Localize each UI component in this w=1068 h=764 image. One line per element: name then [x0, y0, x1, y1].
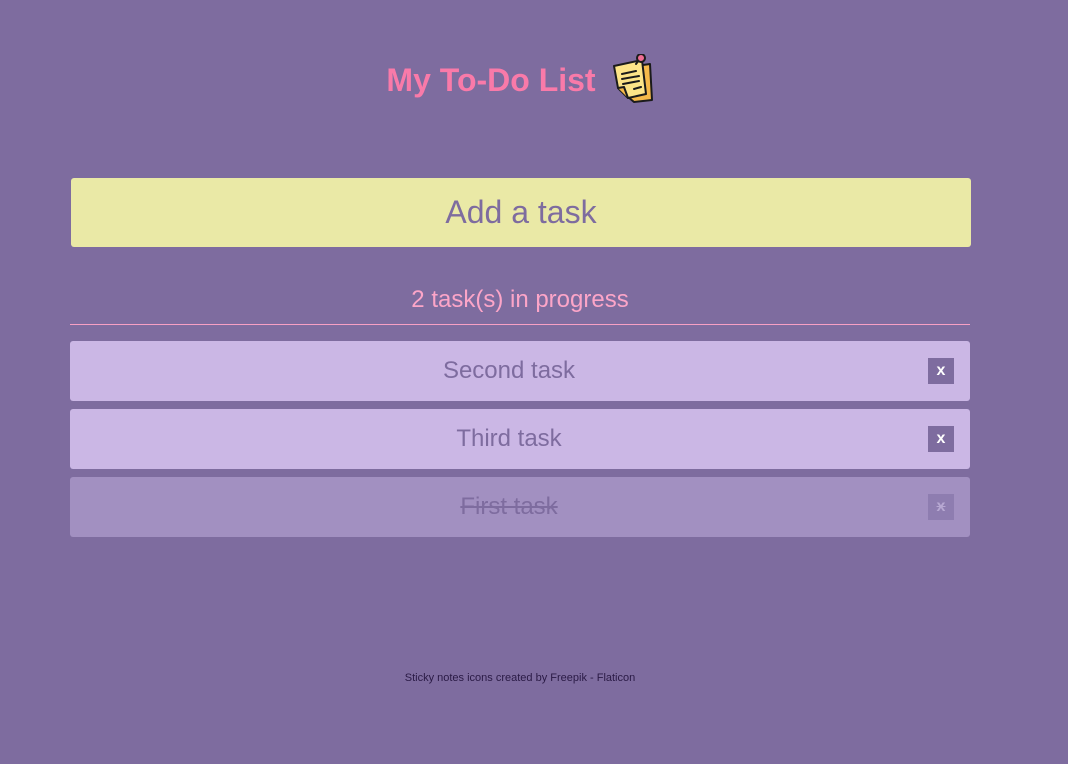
attribution-text: Sticky notes icons created by: [404, 672, 548, 684]
sticky-note-icon: [610, 53, 654, 106]
divider: [70, 324, 970, 325]
add-task-input[interactable]: [71, 178, 971, 247]
task-item[interactable]: Second task x: [70, 341, 970, 401]
task-item-completed[interactable]: First task x: [70, 477, 970, 537]
task-item[interactable]: Third task x: [70, 409, 970, 469]
header: My To-Do List: [0, 50, 1040, 110]
attribution-footer: Sticky notes icons created by Freepik - …: [0, 672, 1040, 684]
delete-task-button[interactable]: x: [928, 358, 954, 384]
task-list: Second task x Third task x First task x: [70, 341, 970, 545]
page-title: My To-Do List: [386, 61, 596, 98]
task-label: First task: [460, 493, 558, 520]
task-label: Third task: [456, 425, 562, 452]
attribution-link[interactable]: Freepik - Flaticon: [550, 672, 635, 684]
delete-task-button[interactable]: x: [928, 426, 954, 452]
task-label: Second task: [442, 357, 576, 384]
progress-counter: 2 task(s) in progress: [411, 286, 629, 313]
delete-task-button[interactable]: x: [928, 494, 954, 520]
todo-app: My To-Do List 2 task(s) in progress: [0, 0, 1068, 764]
